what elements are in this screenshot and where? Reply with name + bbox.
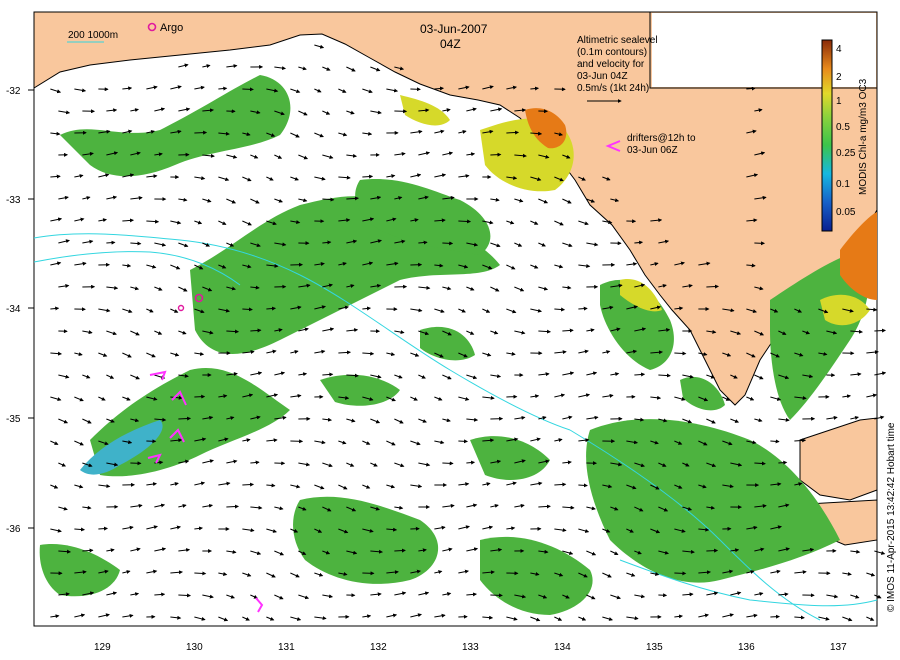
svg-text:4: 4: [836, 44, 842, 55]
svg-text:137: 137: [830, 642, 847, 653]
velocity-vector: [50, 174, 61, 179]
velocity-vector: [874, 328, 886, 333]
velocity-vector: [506, 130, 520, 135]
velocity-vector: [418, 240, 428, 245]
velocity-vector: [178, 593, 191, 598]
map-date: 03-Jun-2007: [420, 22, 488, 36]
velocity-vector: [98, 526, 108, 531]
chl-colorbar: [821, 39, 833, 232]
svg-text:0.1: 0.1: [836, 179, 850, 190]
svg-text:03-Jun 04Z: 03-Jun 04Z: [577, 71, 628, 82]
velocity-vector: [538, 504, 551, 509]
velocity-vector: [458, 439, 468, 444]
velocity-vector: [658, 373, 671, 378]
velocity-vector: [674, 571, 687, 576]
lat-axis: -32 -33 -34 -35 -36: [6, 86, 34, 535]
svg-text:0.5: 0.5: [836, 122, 850, 133]
velocity-vector: [442, 241, 454, 246]
velocity-vector: [226, 504, 239, 509]
velocity-vector: [490, 593, 503, 598]
svg-text:136: 136: [738, 642, 755, 653]
svg-text:129: 129: [94, 642, 111, 653]
velocity-vector: [362, 174, 374, 179]
svg-text:(0.1m contours): (0.1m contours): [577, 47, 647, 58]
velocity-vector: [754, 461, 766, 466]
svg-text:-34: -34: [6, 304, 21, 315]
svg-text:0.25: 0.25: [836, 148, 856, 159]
svg-text:-32: -32: [6, 86, 21, 97]
velocity-vector: [442, 461, 454, 466]
velocity-vector: [770, 439, 780, 444]
velocity-vector: [130, 241, 142, 246]
svg-text:Altimetric sealevel: Altimetric sealevel: [577, 35, 658, 46]
velocity-vector: [746, 86, 756, 91]
velocity-vector: [554, 482, 567, 487]
velocity-vector: [466, 460, 476, 465]
velocity-vector: [578, 483, 588, 488]
velocity-vector: [106, 240, 116, 245]
velocity-vector: [82, 548, 94, 553]
legend-panel: [652, 13, 876, 87]
credit-text: © IMOS 11-Apr-2015 13:42:42 Hobart time: [886, 422, 897, 612]
velocity-vector: [490, 152, 502, 157]
lon-axis: 129 130 131 132 133 134 135 136 137: [94, 642, 847, 653]
velocity-vector: [674, 351, 687, 356]
scale-label: 200 1000m: [68, 30, 118, 41]
svg-text:135: 135: [646, 642, 663, 653]
velocity-vector: [770, 614, 780, 619]
velocity-vector: [394, 548, 406, 553]
velocity-vector: [242, 482, 255, 487]
velocity-vector: [242, 87, 254, 92]
velocity-vector: [266, 483, 276, 488]
svg-text:130: 130: [186, 642, 203, 653]
svg-text:0.05: 0.05: [836, 207, 856, 218]
velocity-vector: [562, 328, 574, 333]
map-time: 04Z: [440, 37, 461, 51]
velocity-vector: [74, 527, 85, 532]
svg-text:131: 131: [278, 642, 295, 653]
velocity-vector: [706, 284, 719, 289]
svg-text:2: 2: [836, 72, 842, 83]
svg-text:-33: -33: [6, 195, 21, 206]
velocity-vector: [194, 394, 206, 399]
velocity-vector: [218, 86, 228, 91]
velocity-vector: [554, 307, 566, 312]
svg-text:0.5m/s (1kt 24h): 0.5m/s (1kt 24h): [577, 83, 649, 94]
velocity-vector: [194, 571, 207, 576]
svg-text:1: 1: [836, 96, 842, 107]
velocity-vector: [242, 307, 253, 312]
velocity-vector: [578, 306, 588, 311]
ocean-map: 200 1000m Argo 03-Jun-2007 04Z Altimetri…: [6, 11, 897, 653]
svg-text:and velocity for: and velocity for: [577, 59, 645, 70]
velocity-vector: [266, 306, 276, 311]
svg-text:-35: -35: [6, 414, 21, 425]
colorbar-title: MODIS Chl-a mg/m3 OC3: [858, 78, 869, 195]
velocity-vector: [226, 329, 239, 334]
velocity-vector: [778, 460, 788, 465]
velocity-vector: [194, 130, 208, 135]
svg-text:134: 134: [554, 642, 571, 653]
argo-legend-label: Argo: [160, 22, 183, 34]
drifter-legend-line1: drifters@12h to: [627, 133, 696, 144]
velocity-vector: [322, 372, 334, 377]
svg-text:133: 133: [462, 642, 479, 653]
drifter-legend-line2: 03-Jun 06Z: [627, 145, 678, 156]
velocity-vector: [178, 416, 192, 421]
svg-text:132: 132: [370, 642, 387, 653]
velocity-vector: [458, 219, 472, 224]
velocity-vector: [706, 548, 719, 553]
svg-text:-36: -36: [6, 524, 21, 535]
